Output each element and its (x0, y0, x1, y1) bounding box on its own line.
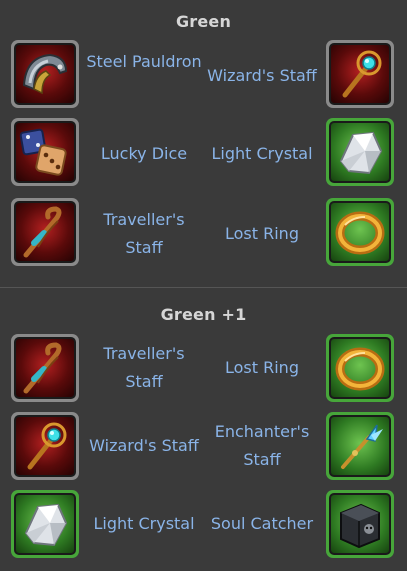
item-slot-wizards-staff[interactable] (11, 412, 79, 480)
lost-ring-icon (335, 347, 385, 391)
travellers-staff-icon (23, 342, 62, 394)
item-row: Lucky Dice Light Crystal (0, 118, 407, 190)
item-name-soul-catcher: Soul Catcher (210, 514, 314, 533)
item-name-travellers-staff: Traveller's Staff (103, 344, 185, 391)
steel-pauldron-icon (22, 53, 68, 95)
item-row: Light Crystal Soul Catcher (0, 490, 407, 562)
item-name-enchanters-staff: Enchanter's Staff (214, 422, 310, 469)
travellers-staff-icon (23, 206, 62, 258)
item-name-wizards-staff: Wizard's Staff (207, 66, 317, 85)
item-slot-enchanters-staff[interactable] (326, 412, 394, 480)
item-row: Wizard's Staff Enchanter's Staff (0, 412, 407, 484)
section-title-green-plus-1: Green +1 (160, 305, 247, 324)
item-slot-lucky-dice[interactable] (11, 118, 79, 186)
section-divider (0, 287, 407, 288)
wizards-staff-icon (27, 422, 67, 470)
item-slot-lost-ring[interactable] (326, 198, 394, 266)
lost-ring-icon (335, 211, 385, 255)
item-row: Traveller's Staff Lost Ring (0, 334, 407, 406)
light-crystal-icon (24, 503, 68, 547)
section-title-green: Green (175, 12, 232, 31)
item-name-light-crystal: Light Crystal (93, 514, 195, 533)
item-name-wizards-staff: Wizard's Staff (89, 436, 199, 455)
item-name-travellers-staff: Traveller's Staff (103, 210, 185, 257)
item-name-lost-ring: Lost Ring (225, 224, 299, 243)
item-name-steel-pauldron: Steel Pauldron (86, 52, 202, 71)
wizards-staff-icon (342, 50, 382, 98)
item-slot-travellers-staff[interactable] (11, 334, 79, 402)
item-name-lost-ring: Lost Ring (225, 358, 299, 377)
item-row: Traveller's Staff Lost Ring (0, 198, 407, 270)
item-slot-soul-catcher[interactable] (326, 490, 394, 558)
item-slot-travellers-staff[interactable] (11, 198, 79, 266)
item-name-lucky-dice: Lucky Dice (100, 144, 188, 163)
item-slot-steel-pauldron[interactable] (11, 40, 79, 108)
light-crystal-icon (339, 131, 383, 175)
item-slot-lost-ring[interactable] (326, 334, 394, 402)
item-row: Steel Pauldron Wizard's Staff (0, 40, 407, 112)
item-slot-light-crystal[interactable] (326, 118, 394, 186)
item-slot-wizards-staff[interactable] (326, 40, 394, 108)
enchanters-staff-icon (341, 424, 383, 469)
soul-catcher-icon (340, 503, 380, 549)
lucky-dice-icon (19, 128, 67, 176)
item-slot-light-crystal[interactable] (11, 490, 79, 558)
item-name-light-crystal: Light Crystal (211, 144, 313, 163)
